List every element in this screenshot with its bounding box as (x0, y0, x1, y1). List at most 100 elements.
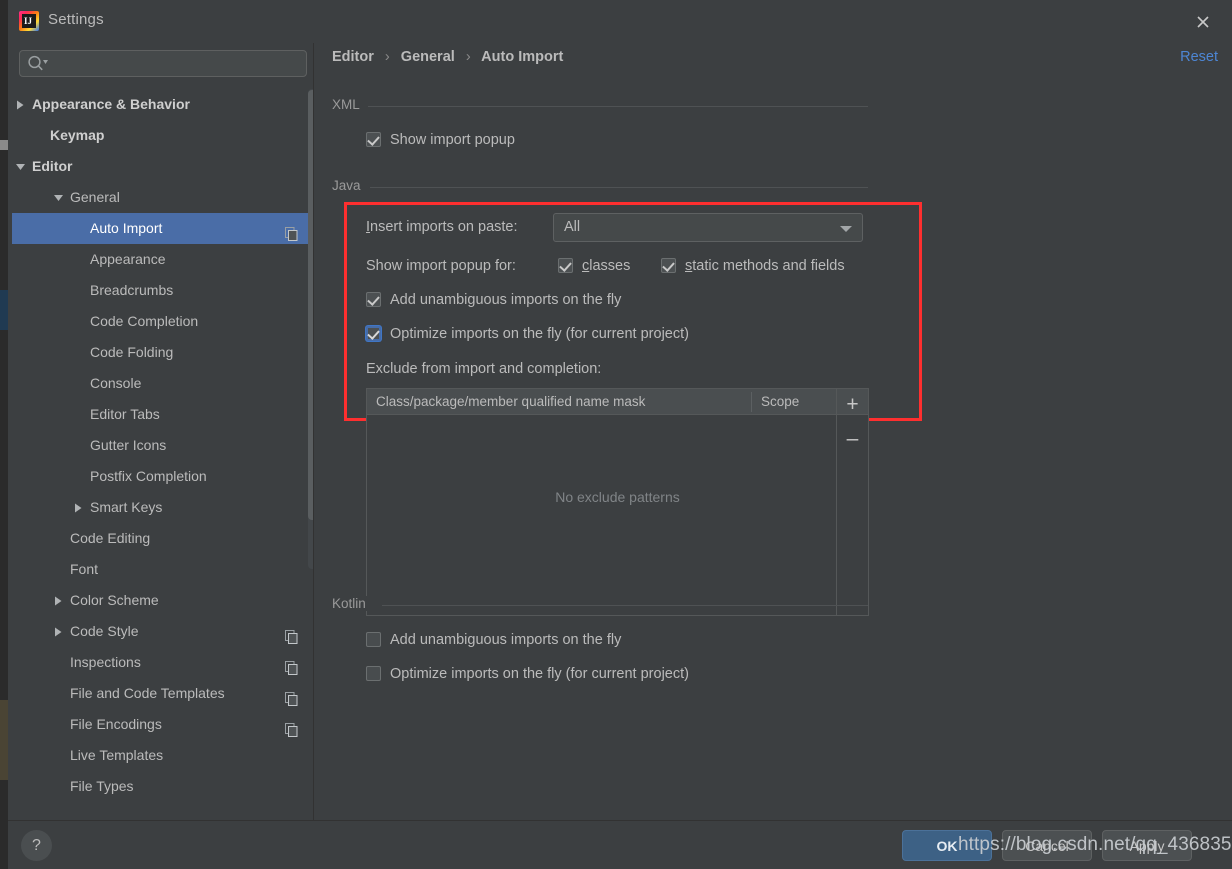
sidebar-item-auto-import[interactable]: Auto Import (12, 213, 312, 244)
copy-settings-icon[interactable] (285, 655, 298, 675)
checkbox-kotlin-optimize-imports[interactable]: Optimize imports on the fly (for current… (366, 666, 689, 682)
sidebar-item-console[interactable]: Console (12, 368, 312, 399)
sidebar-item-label: Color Scheme (70, 592, 159, 608)
label-show-import-popup-for: Show import popup for: (366, 258, 516, 274)
checkbox-box[interactable] (366, 292, 381, 307)
checkbox-kotlin-add-unambiguous-imports[interactable]: Add unambiguous imports on the fly (366, 632, 621, 648)
sidebar-item-file-encodings[interactable]: File Encodings (12, 709, 312, 740)
sidebar-item-label: File Types (70, 778, 134, 794)
sidebar-item-label: Auto Import (90, 220, 163, 236)
sidebar-item-inspections[interactable]: Inspections (12, 647, 312, 678)
checkbox-label: Optimize imports on the fly (for current… (390, 326, 689, 342)
sidebar-item-color-scheme[interactable]: Color Scheme (12, 585, 312, 616)
breadcrumb: Editor › General › Auto Import (332, 49, 563, 65)
sidebar-item-breadcrumbs[interactable]: Breadcrumbs (12, 275, 312, 306)
sidebar-item-label: Appearance & Behavior (32, 96, 190, 112)
copy-settings-icon[interactable] (285, 686, 298, 706)
sidebar-item-label: Console (90, 375, 142, 391)
sidebar-item-file-types[interactable]: File Types (12, 771, 312, 802)
chevron-right-icon[interactable] (52, 616, 66, 647)
intellij-idea-logo-icon: IJ (19, 11, 39, 31)
checkbox-box[interactable] (366, 632, 381, 647)
ok-button[interactable]: OK (902, 830, 992, 861)
table-body[interactable]: No exclude patterns (367, 415, 868, 615)
label-exclude-from-import: Exclude from import and completion: (366, 361, 602, 377)
sidebar-item-keymap[interactable]: Keymap (12, 120, 312, 151)
breadcrumb-item-general[interactable]: General (401, 49, 455, 65)
sidebar-item-label: Appearance (90, 251, 166, 267)
checkbox-xml-show-import-popup[interactable]: Show import popup (366, 132, 515, 148)
insert-imports-on-paste-select[interactable]: All (553, 213, 863, 242)
sidebar-item-postfix-completion[interactable]: Postfix Completion (12, 461, 312, 492)
chevron-right-icon[interactable] (52, 585, 66, 616)
sidebar-item-file-and-code-templates[interactable]: File and Code Templates (12, 678, 312, 709)
sidebar-item-label: Keymap (50, 127, 105, 143)
sidebar-item-label: Editor (32, 158, 73, 174)
apply-button[interactable]: Apply (1102, 830, 1192, 861)
sidebar-item-label: Breadcrumbs (90, 282, 174, 298)
add-exclude-pattern-button[interactable]: + (836, 388, 869, 421)
exclude-patterns-table: Class/package/member qualified name mask… (366, 388, 869, 616)
search-input[interactable] (51, 53, 299, 74)
sidebar-item-editor-tabs[interactable]: Editor Tabs (12, 399, 312, 430)
checkbox-box[interactable] (661, 258, 676, 273)
sidebar-item-live-templates[interactable]: Live Templates (12, 740, 312, 771)
chevron-down-icon (840, 226, 852, 232)
checkbox-box[interactable] (366, 666, 381, 681)
sidebar-item-gutter-icons[interactable]: Gutter Icons (12, 430, 312, 461)
checkbox-label: static methods and fields (685, 258, 845, 274)
checkbox-java-classes[interactable]: classes (558, 258, 630, 274)
chevron-down-icon[interactable] (52, 182, 66, 213)
checkbox-label: Show import popup (390, 132, 515, 148)
table-column-header-name-mask[interactable]: Class/package/member qualified name mask (367, 389, 751, 415)
remove-exclude-pattern-button[interactable]: – (836, 422, 869, 455)
sidebar-item-code-style[interactable]: Code Style (12, 616, 312, 647)
sidebar-item-editor[interactable]: Editor (12, 151, 312, 182)
settings-tree: Appearance & Behavior Keymap Editor General… (12, 89, 312, 813)
sidebar-item-appearance-behavior[interactable]: Appearance & Behavior (12, 89, 312, 120)
close-icon[interactable] (1190, 10, 1216, 34)
plus-icon: + (846, 393, 859, 416)
sidebar-item-label: Postfix Completion (90, 468, 207, 484)
checkbox-label: classes (582, 258, 631, 274)
checkbox-box[interactable] (366, 132, 381, 147)
chevron-right-icon[interactable] (14, 89, 28, 120)
checkbox-label: Add unambiguous imports on the fly (390, 292, 622, 308)
cancel-button[interactable]: Cancel (1002, 830, 1092, 861)
sidebar-item-label: Code Completion (90, 313, 199, 329)
help-button[interactable]: ? (21, 830, 52, 861)
sidebar-item-code-completion[interactable]: Code Completion (12, 306, 312, 337)
section-rule (370, 187, 868, 188)
sidebar-item-code-folding[interactable]: Code Folding (12, 337, 312, 368)
sidebar-item-general[interactable]: General (12, 182, 312, 213)
sidebar-item-smart-keys[interactable]: Smart Keys (12, 492, 312, 523)
label-insert-imports-on-paste: Insert imports on paste: (366, 219, 518, 235)
checkbox-java-static-methods-and-fields[interactable]: static methods and fields (661, 258, 845, 274)
sidebar-item-label: Inspections (70, 654, 141, 670)
breadcrumb-item-editor[interactable]: Editor (332, 49, 374, 65)
background-accent-b (0, 290, 8, 330)
copy-settings-icon[interactable] (285, 624, 298, 644)
chevron-down-icon[interactable] (14, 151, 28, 182)
sidebar-item-appearance[interactable]: Appearance (12, 244, 312, 275)
checkbox-java-optimize-imports[interactable]: Optimize imports on the fly (for current… (366, 326, 689, 342)
copy-settings-icon[interactable] (285, 717, 298, 737)
dialog-footer: ? OK Cancel Apply (8, 820, 1232, 869)
sidebar-item-code-editing[interactable]: Code Editing (12, 523, 312, 554)
chevron-right-icon[interactable] (72, 492, 86, 523)
sidebar-item-label: Gutter Icons (90, 437, 167, 453)
section-xml-header: XML (332, 97, 882, 112)
minus-icon: – (846, 427, 859, 450)
sidebar-item-label: Code Folding (90, 344, 174, 360)
section-java-header: Java (332, 178, 882, 193)
sidebar-item-label: File and Code Templates (70, 685, 225, 701)
sidebar-item-font[interactable]: Font (12, 554, 312, 585)
window-title: Settings (48, 11, 104, 28)
copy-settings-icon[interactable] (285, 221, 298, 241)
checkbox-box[interactable] (558, 258, 573, 273)
section-title-xml: XML (332, 97, 368, 112)
checkbox-java-add-unambiguous-imports[interactable]: Add unambiguous imports on the fly (366, 292, 621, 308)
reset-link[interactable]: Reset (1180, 49, 1218, 65)
checkbox-box[interactable] (366, 326, 381, 341)
sidebar-item-label: Code Style (70, 623, 139, 639)
